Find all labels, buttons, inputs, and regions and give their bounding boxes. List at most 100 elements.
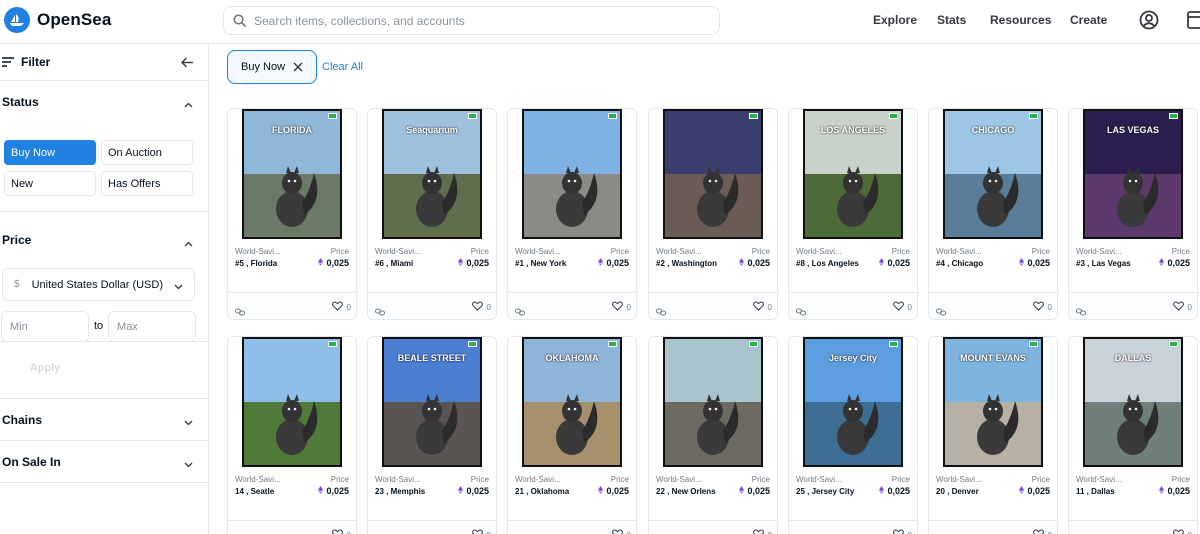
- collapse-sidebar-arrow-icon[interactable]: [181, 55, 193, 73]
- nft-name[interactable]: #6 , Miami: [375, 258, 445, 269]
- close-icon[interactable]: [293, 62, 303, 75]
- nft-card[interactable]: World-Savi... #2 , Washington Price 0,025 0: [648, 108, 778, 320]
- collection-name[interactable]: World-Savi...: [936, 247, 982, 256]
- nft-name[interactable]: 20 , Denver: [936, 486, 1006, 497]
- favorite-button[interactable]: 0: [471, 301, 491, 313]
- favorite-button[interactable]: 0: [752, 301, 772, 313]
- status-new-button[interactable]: New: [4, 171, 96, 196]
- nav-explore[interactable]: Explore: [873, 0, 917, 40]
- collection-name[interactable]: World-Savi...: [1076, 475, 1122, 484]
- favorite-button[interactable]: 0: [892, 529, 912, 534]
- nft-image[interactable]: [522, 109, 622, 239]
- favorite-button[interactable]: 0: [611, 301, 631, 313]
- collection-name[interactable]: World-Savi...: [515, 475, 561, 484]
- collection-name[interactable]: World-Savi...: [515, 247, 561, 256]
- status-toggle[interactable]: Status: [0, 81, 208, 123]
- collection-name[interactable]: World-Savi...: [235, 475, 281, 484]
- collection-name[interactable]: World-Savi...: [656, 475, 702, 484]
- favorite-button[interactable]: 0: [1172, 301, 1192, 313]
- nft-name[interactable]: #8 , Los Angeles: [796, 258, 866, 269]
- favorite-button[interactable]: 0: [892, 301, 912, 313]
- nft-name[interactable]: 11 , Dallas: [1076, 486, 1146, 497]
- collection-name[interactable]: World-Savi...: [235, 247, 281, 256]
- verified-badge-icon: [1029, 113, 1038, 119]
- polygon-chain-icon: [796, 303, 806, 319]
- favorite-button[interactable]: 0: [1032, 301, 1052, 313]
- collection-name[interactable]: World-Savi...: [936, 475, 982, 484]
- price-label: Price: [891, 247, 910, 256]
- favorite-button[interactable]: 0: [611, 529, 631, 534]
- collection-name[interactable]: World-Savi...: [375, 475, 421, 484]
- nft-card[interactable]: FLORIDA World-Savi... #5 , Florida Price 0,0…: [227, 108, 357, 320]
- status-buy-now-button[interactable]: Buy Now: [4, 140, 96, 165]
- nft-name[interactable]: 22 , New Orlens: [656, 486, 726, 497]
- polygon-chain-icon: [1076, 303, 1086, 319]
- nft-card[interactable]: OKLAHOMA World-Savi... 21 , Oklahoma Price 0…: [507, 336, 637, 534]
- nft-name[interactable]: 23 , Memphis: [375, 486, 445, 497]
- nft-image[interactable]: CHICAGO: [943, 109, 1043, 239]
- nft-name[interactable]: 25 , Jersey City: [796, 486, 866, 497]
- onsale-toggle[interactable]: On Sale In: [0, 441, 208, 483]
- chains-toggle[interactable]: Chains: [0, 399, 208, 441]
- account-icon[interactable]: [1139, 10, 1159, 35]
- nft-name[interactable]: #4 , Chicago: [936, 258, 1006, 269]
- collection-name[interactable]: World-Savi...: [796, 247, 842, 256]
- nav-resources[interactable]: Resources: [990, 0, 1051, 40]
- wallet-icon[interactable]: [1187, 10, 1200, 35]
- nft-card[interactable]: World-Savi... 14 , Seatle Price 0,025 0: [227, 336, 357, 534]
- nft-image[interactable]: LAS VEGAS: [1083, 109, 1183, 239]
- nft-image[interactable]: LOS ANGELES: [803, 109, 903, 239]
- nft-image[interactable]: DALLAS: [1083, 337, 1183, 467]
- nft-image[interactable]: BEALE STREET: [382, 337, 482, 467]
- price-toggle[interactable]: Price: [0, 212, 208, 268]
- favorite-button[interactable]: 0: [752, 529, 772, 534]
- nft-card[interactable]: World-Savi... 22 , New Orlens Price 0,025 0: [648, 336, 778, 534]
- nft-card[interactable]: BEALE STREET World-Savi... 23 , Memphis Pri…: [367, 336, 497, 534]
- nav-create[interactable]: Create: [1070, 0, 1107, 40]
- favorite-button[interactable]: 0: [1172, 529, 1192, 534]
- chevron-up-icon: [184, 236, 193, 250]
- nft-card[interactable]: LAS VEGAS World-Savi... #3 , Las Vegas Pric…: [1068, 108, 1198, 320]
- nft-image[interactable]: [663, 109, 763, 239]
- status-on-auction-button[interactable]: On Auction: [101, 140, 193, 165]
- nft-card[interactable]: World-Savi... #1 , New York Price 0,025 0: [507, 108, 637, 320]
- status-has-offers-button[interactable]: Has Offers: [101, 171, 193, 196]
- favorite-button[interactable]: 0: [1032, 529, 1052, 534]
- nft-name[interactable]: #5 , Florida: [235, 258, 305, 269]
- clear-all-link[interactable]: Clear All: [322, 61, 363, 73]
- favorite-button[interactable]: 0: [331, 529, 351, 534]
- favorite-button[interactable]: 0: [471, 529, 491, 534]
- nft-name[interactable]: #2 , Washington: [656, 258, 726, 269]
- opensea-logo[interactable]: OpenSea: [4, 7, 111, 33]
- favorite-button[interactable]: 0: [331, 301, 351, 313]
- collection-name[interactable]: World-Savi...: [796, 475, 842, 484]
- nft-card[interactable]: Seaquarium World-Savi... #6 , Miami Price 0,…: [367, 108, 497, 320]
- collection-name[interactable]: World-Savi...: [375, 247, 421, 256]
- currency-select[interactable]: $ United States Dollar (USD): [2, 268, 195, 301]
- nft-image[interactable]: [663, 337, 763, 467]
- nft-image[interactable]: OKLAHOMA: [522, 337, 622, 467]
- nft-name[interactable]: #3 , Las Vegas: [1076, 258, 1146, 269]
- nft-image[interactable]: FLORIDA: [242, 109, 342, 239]
- search-bar[interactable]: [223, 6, 720, 35]
- max-price-input[interactable]: Max: [108, 311, 196, 342]
- nft-image[interactable]: [242, 337, 342, 467]
- nft-image[interactable]: MOUNT EVANS: [943, 337, 1043, 467]
- nft-name[interactable]: 14 , Seatle: [235, 486, 305, 497]
- nft-image[interactable]: Seaquarium: [382, 109, 482, 239]
- active-filter-chip[interactable]: Buy Now: [227, 50, 317, 84]
- nft-card[interactable]: CHICAGO World-Savi... #4 , Chicago Price 0,0…: [928, 108, 1058, 320]
- nft-name[interactable]: #1 , New York: [515, 258, 585, 269]
- nft-card[interactable]: LOS ANGELES World-Savi... #8 , Los Angeles…: [788, 108, 918, 320]
- nav-stats[interactable]: Stats: [937, 0, 966, 40]
- nft-card[interactable]: DALLAS World-Savi... 11 , Dallas Price 0,025…: [1068, 336, 1198, 534]
- nft-image[interactable]: Jersey City: [803, 337, 903, 467]
- nft-card[interactable]: MOUNT EVANS World-Savi... 20 , Denver Price…: [928, 336, 1058, 534]
- nft-name[interactable]: 21 , Oklahoma: [515, 486, 585, 497]
- collection-name[interactable]: World-Savi...: [1076, 247, 1122, 256]
- search-input[interactable]: [254, 13, 694, 28]
- apply-price-button[interactable]: Apply: [4, 353, 86, 383]
- collection-name[interactable]: World-Savi...: [656, 247, 702, 256]
- nft-card[interactable]: Jersey City World-Savi... 25 , Jersey City…: [788, 336, 918, 534]
- min-price-input[interactable]: Min: [1, 311, 89, 342]
